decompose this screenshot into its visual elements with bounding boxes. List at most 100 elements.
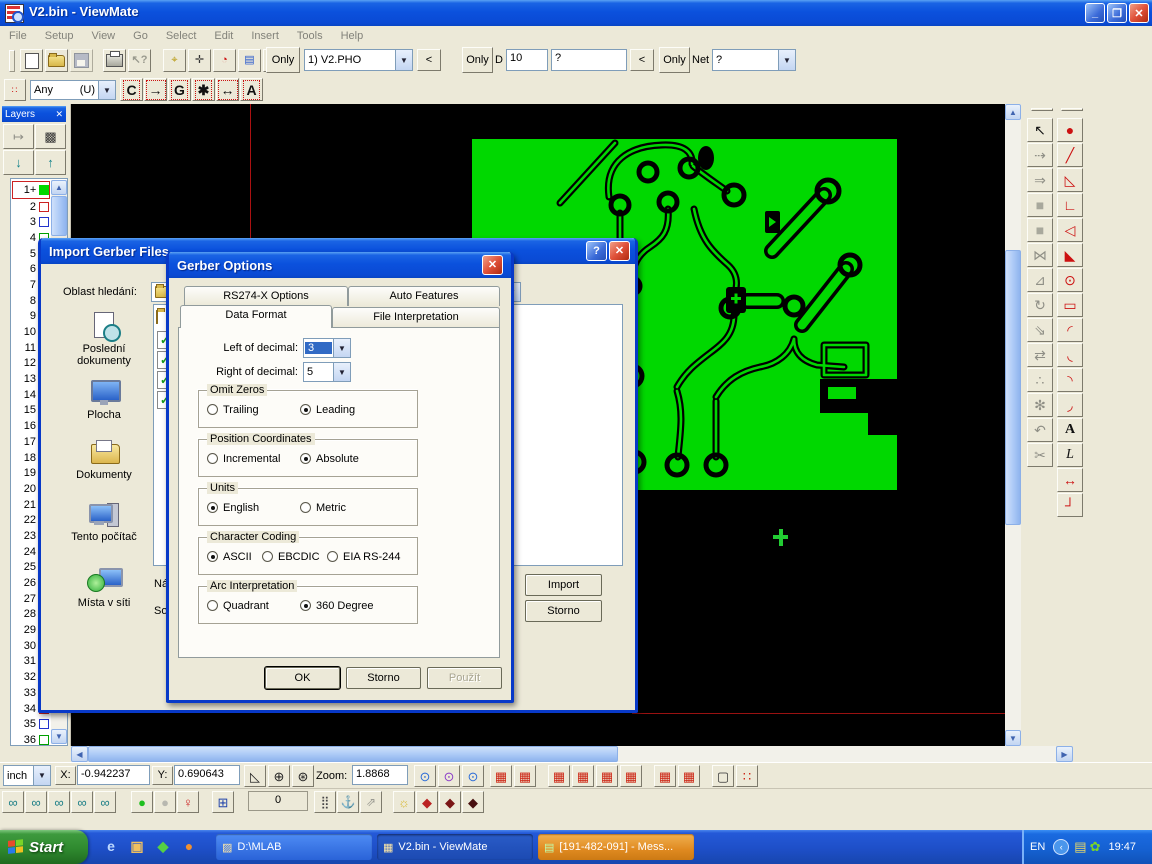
origin-icon[interactable]: ⊕	[268, 765, 290, 787]
prev-layer-button[interactable]: <	[417, 49, 441, 71]
y-coord-button[interactable]: Y:	[152, 766, 173, 785]
context-help-button[interactable]: ↖?	[128, 49, 151, 72]
arc-tool-1[interactable]: ◜	[1057, 318, 1083, 342]
task-messenger[interactable]: ▤[191-482-091] - Mess...	[538, 834, 694, 860]
new-file-button[interactable]	[20, 49, 43, 72]
close-icon[interactable]: ✕	[55, 109, 63, 120]
tab-file-interpretation[interactable]: File Interpretation	[332, 307, 500, 328]
zoom-field[interactable]: 1.8868	[352, 765, 408, 785]
arc-tool-2[interactable]: ◟	[1057, 343, 1083, 367]
radio-ebcdic[interactable]: EBCDIC	[262, 551, 320, 563]
shear-tool[interactable]: ⊿	[1027, 268, 1053, 292]
scroll-down-icon[interactable]: ▼	[1005, 730, 1021, 746]
pan-up-icon[interactable]: ▦	[620, 765, 642, 787]
view-traces-icon[interactable]: ∞	[25, 791, 47, 813]
scroll-left-icon[interactable]: ◀	[71, 746, 88, 762]
zoom-grid-icon[interactable]: ⊙	[438, 765, 460, 787]
settings-tool[interactable]: ✻	[1027, 393, 1053, 417]
tab-rs274x-options[interactable]: RS274-X Options	[184, 286, 348, 306]
layer-row-1[interactable]: 1+	[12, 181, 50, 199]
scroll-right-icon[interactable]: ▶	[1056, 746, 1073, 762]
cut-tool[interactable]: ✂	[1027, 443, 1053, 467]
chevron-down-icon[interactable]: ▼	[98, 81, 115, 99]
tray-chevron-icon[interactable]: ‹	[1053, 839, 1069, 855]
pattern-dark-icon[interactable]: ◆	[439, 791, 461, 813]
radio-quadrant[interactable]: Quadrant	[207, 600, 269, 612]
pattern-pad-icon[interactable]: ◆	[416, 791, 438, 813]
paint-rect-tool[interactable]: ■	[1027, 193, 1053, 217]
step-repeat-tool[interactable]: ∴	[1027, 368, 1053, 392]
pan-down-icon[interactable]: ▦	[596, 765, 618, 787]
place-computer[interactable]: Tento počítač	[58, 500, 150, 543]
layer-row-3[interactable]: 3	[12, 214, 50, 230]
triangle-tool[interactable]: ◣	[1057, 243, 1083, 267]
layer-down-button[interactable]: ↓	[3, 150, 34, 175]
tray-notes-icon[interactable]: ▤	[1074, 839, 1086, 855]
place-documents[interactable]: Dokumenty	[58, 438, 150, 481]
radio-absolute[interactable]: Absolute	[300, 453, 359, 465]
layer-colors-button[interactable]: ▩	[35, 124, 66, 149]
mirror-tool[interactable]: ⋈	[1027, 243, 1053, 267]
radio-icon[interactable]	[207, 551, 218, 562]
only-layer-button[interactable]: Only	[266, 47, 300, 73]
move-merge-tool[interactable]: ⇄	[1027, 343, 1053, 367]
highlight-on-icon[interactable]: ●	[131, 791, 153, 813]
open-arc-tool[interactable]: ◁	[1057, 218, 1083, 242]
dialog-help-button[interactable]: ?	[586, 241, 607, 261]
radio-icon[interactable]	[207, 453, 218, 464]
menu-go[interactable]: Go	[124, 28, 157, 44]
locate-icon[interactable]: ⊛	[292, 765, 314, 787]
grid-copy-icon[interactable]: ▦	[678, 765, 700, 787]
toolbar-grip[interactable]	[9, 50, 15, 72]
gerber-dialog-titlebar[interactable]: Gerber Options ✕	[169, 252, 511, 278]
menu-file[interactable]: File	[0, 28, 36, 44]
clock[interactable]: 19:47	[1108, 841, 1136, 853]
place-recent[interactable]: Poslední dokumenty	[58, 312, 150, 367]
view-polygons-icon[interactable]: ∞	[48, 791, 70, 813]
radio-english[interactable]: English	[207, 502, 259, 514]
only-dcode-button[interactable]: Only	[462, 47, 493, 73]
radio-trailing[interactable]: Trailing	[207, 404, 259, 416]
anchor-icon[interactable]: ⚓	[337, 791, 359, 813]
start-button[interactable]: Start	[0, 830, 88, 864]
explorer-icon[interactable]: ▣	[126, 835, 148, 857]
corner2-tool[interactable]: ┘	[1057, 493, 1083, 517]
chevron-down-icon[interactable]: ▼	[333, 363, 350, 381]
select-box-icon[interactable]: ∷	[736, 765, 758, 787]
scale-tool[interactable]: ⇘	[1027, 318, 1053, 342]
layer-row-35[interactable]: 35	[12, 716, 50, 732]
y-coord-field[interactable]: 0.690643	[174, 765, 240, 785]
menu-insert[interactable]: Insert	[242, 28, 288, 44]
close-button[interactable]: ✕	[1129, 3, 1149, 23]
radio-incremental[interactable]: Incremental	[207, 453, 280, 465]
ok-button[interactable]: OK	[265, 667, 340, 689]
menu-view[interactable]: View	[82, 28, 124, 44]
green-app-icon[interactable]: ◆	[152, 835, 174, 857]
split-window-icon[interactable]: ⊞	[212, 791, 234, 813]
layer-color-swatch[interactable]	[39, 202, 49, 212]
selection-filter-button[interactable]: ∷	[4, 79, 26, 101]
import-cancel-button[interactable]: Storno	[525, 600, 602, 622]
menu-help[interactable]: Help	[332, 28, 373, 44]
tray-icq-icon[interactable]: ✿	[1090, 839, 1101, 855]
firefox-icon[interactable]: ●	[178, 835, 200, 857]
layer-color-swatch[interactable]	[39, 185, 49, 195]
task-viewmate[interactable]: ▦V2.bin - ViewMate	[377, 834, 533, 860]
restore-button[interactable]: ❐	[1107, 3, 1127, 23]
pattern-darker-icon[interactable]: ◆	[462, 791, 484, 813]
pan-left-icon[interactable]: ▦	[548, 765, 570, 787]
select-text-button[interactable]: A	[240, 78, 263, 101]
x-coord-field[interactable]: -0.942237	[77, 765, 150, 785]
corner-trace-tool[interactable]: ∟	[1057, 193, 1083, 217]
only-net-button[interactable]: Only	[659, 47, 690, 73]
net-combo[interactable]: ? ▼	[712, 49, 796, 71]
view-pads-icon[interactable]: ∞	[2, 791, 24, 813]
colors-button[interactable]: ▤	[238, 49, 261, 72]
gerber-cancel-button[interactable]: Storno	[346, 667, 421, 689]
dcode-filter-input[interactable]: ?	[551, 49, 627, 71]
snap-grid-icon[interactable]: ⣿	[314, 791, 336, 813]
radio-icon[interactable]	[300, 453, 311, 464]
scroll-up-icon[interactable]: ▲	[1005, 104, 1021, 120]
tab-auto-features[interactable]: Auto Features	[348, 286, 500, 306]
prev-dcode-button[interactable]: <	[630, 49, 654, 71]
